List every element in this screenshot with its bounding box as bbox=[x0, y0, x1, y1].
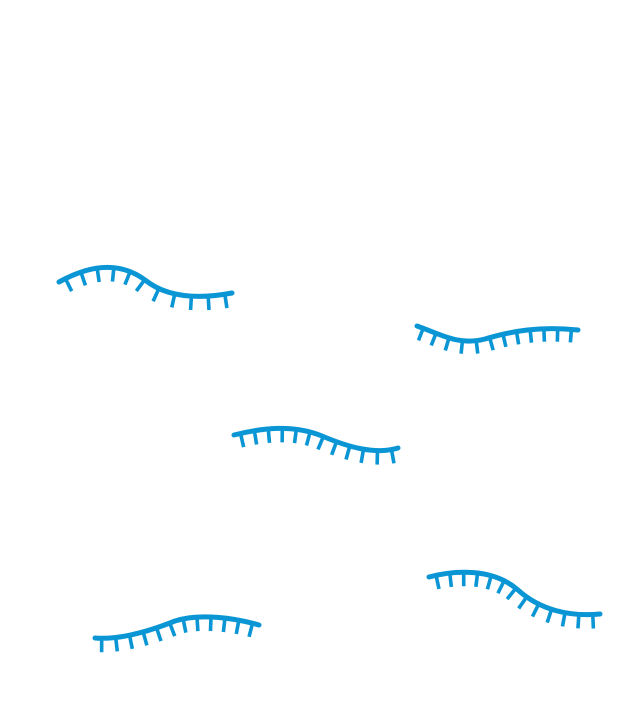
rna-strand-icon bbox=[426, 569, 603, 629]
strand-backbone bbox=[92, 614, 262, 641]
strand-backbone bbox=[231, 425, 401, 454]
strand-backbone bbox=[426, 569, 603, 618]
rna-strand-icon bbox=[231, 425, 401, 465]
strand-backbone bbox=[414, 323, 581, 344]
rna-strand-icon bbox=[92, 614, 262, 653]
rna-strand-icon bbox=[56, 264, 235, 311]
strand-illustration bbox=[56, 264, 603, 653]
rna-strand-icon bbox=[414, 323, 581, 354]
